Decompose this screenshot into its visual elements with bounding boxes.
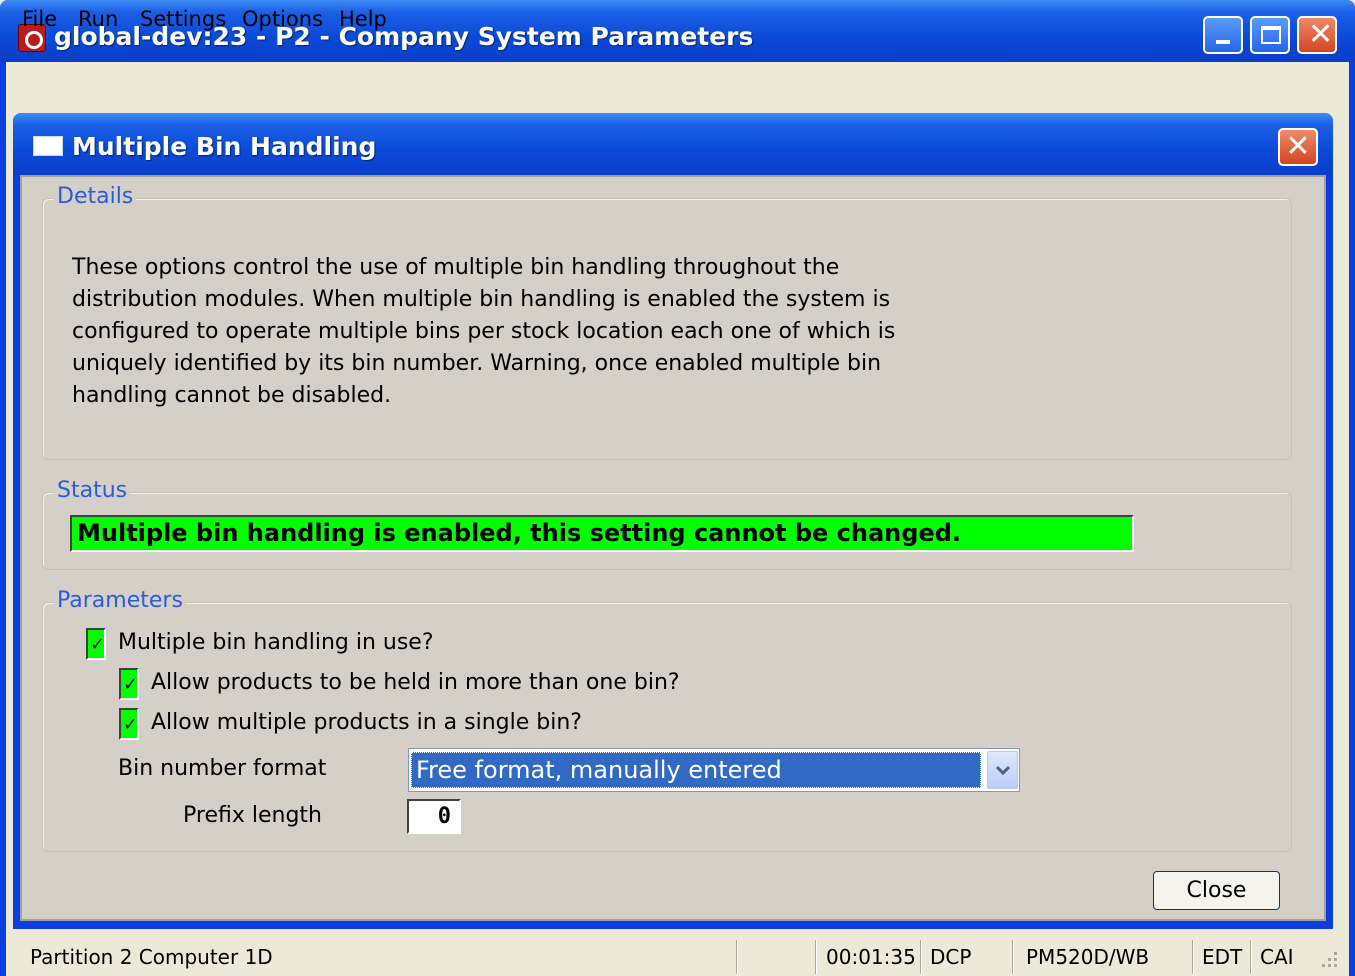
multiple-bin-handling-checkbox[interactable]: ✓ bbox=[86, 628, 106, 660]
status-message: Multiple bin handling is enabled, this s… bbox=[77, 519, 962, 547]
status-code: DCP bbox=[930, 945, 972, 969]
close-icon: ✕ bbox=[1285, 129, 1311, 164]
menu-help[interactable]: Help bbox=[339, 7, 387, 31]
details-line: uniquely identified by its bin number. W… bbox=[72, 351, 882, 376]
menu-file[interactable]: File bbox=[22, 7, 57, 31]
status-location: Partition 2 Computer 1D bbox=[30, 945, 273, 969]
status-program: PM520D/WB bbox=[1026, 945, 1150, 969]
details-group-label: Details bbox=[54, 184, 137, 209]
status-separator bbox=[736, 940, 738, 974]
minimize-button[interactable] bbox=[1203, 16, 1243, 54]
bin-number-format-select[interactable]: Free format, manually entered bbox=[408, 748, 1020, 792]
details-line: handling cannot be disabled. bbox=[72, 383, 392, 408]
chevron-down-icon bbox=[996, 765, 1010, 775]
parameters-group-label: Parameters bbox=[54, 588, 186, 613]
status-separator bbox=[1192, 940, 1194, 974]
status-message-field: Multiple bin handling is enabled, this s… bbox=[70, 515, 1134, 552]
status-separator bbox=[1012, 940, 1014, 974]
dialog-close-button[interactable]: ✕ bbox=[1278, 128, 1318, 166]
close-icon: ✕ bbox=[1308, 17, 1334, 52]
resize-grip-icon[interactable] bbox=[1318, 948, 1340, 970]
allow-multiple-bins-checkbox[interactable]: ✓ bbox=[119, 668, 139, 700]
multiple-bin-handling-label: Multiple bin handling in use? bbox=[118, 630, 434, 655]
prefix-length-value: 0 bbox=[437, 804, 451, 829]
window-close-button[interactable]: ✕ bbox=[1297, 16, 1337, 54]
maximize-button[interactable] bbox=[1250, 16, 1290, 54]
allow-multiple-bins-label: Allow products to be held in more than o… bbox=[151, 670, 680, 695]
prefix-length-label: Prefix length bbox=[183, 803, 322, 828]
checkmark-icon: ✓ bbox=[123, 674, 139, 695]
allow-multiple-products-label: Allow multiple products in a single bin? bbox=[151, 710, 582, 735]
menu-options[interactable]: Options bbox=[242, 7, 323, 31]
details-line: These options control the use of multipl… bbox=[72, 255, 840, 280]
status-time: 00:01:35 bbox=[826, 945, 916, 969]
menu-run[interactable]: Run bbox=[78, 7, 118, 31]
checkmark-icon: ✓ bbox=[123, 714, 139, 735]
allow-multiple-products-checkbox[interactable]: ✓ bbox=[119, 708, 139, 740]
prefix-length-input[interactable]: 0 bbox=[407, 799, 461, 834]
maximize-icon bbox=[1261, 26, 1281, 44]
bin-number-format-value: Free format, manually entered bbox=[411, 752, 981, 788]
status-mode-cai: CAI bbox=[1260, 945, 1294, 969]
dialog-window-icon bbox=[33, 136, 63, 156]
status-separator bbox=[1250, 940, 1252, 974]
status-mode-edt: EDT bbox=[1202, 945, 1243, 969]
dialog-title: Multiple Bin Handling bbox=[72, 132, 377, 161]
status-group-label: Status bbox=[54, 478, 131, 503]
menubar bbox=[6, 62, 1349, 102]
details-line: configured to operate multiple bins per … bbox=[72, 319, 896, 344]
status-separator bbox=[920, 940, 922, 974]
checkmark-icon: ✓ bbox=[90, 634, 106, 655]
minimize-icon bbox=[1216, 40, 1230, 44]
status-separator bbox=[815, 940, 817, 974]
bin-number-format-label: Bin number format bbox=[118, 756, 327, 781]
menu-settings[interactable]: Settings bbox=[140, 7, 226, 31]
dropdown-button[interactable] bbox=[987, 751, 1018, 789]
close-button[interactable]: Close bbox=[1153, 871, 1280, 910]
details-description: These options control the use of multipl… bbox=[72, 252, 972, 412]
details-line: distribution modules. When multiple bin … bbox=[72, 287, 891, 312]
